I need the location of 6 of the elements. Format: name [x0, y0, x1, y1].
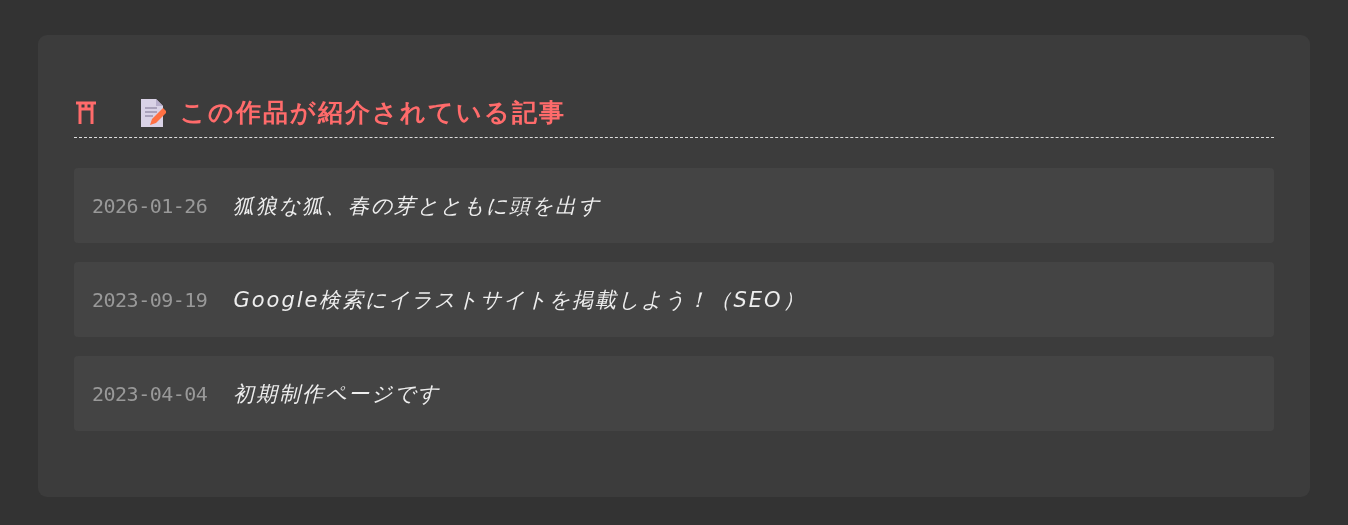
- article-link[interactable]: 2026-01-26 狐狼な狐、春の芽とともに頭を出す: [74, 168, 1274, 243]
- torii-icon: [74, 100, 98, 126]
- article-link[interactable]: 2023-09-19 Google検索にイラストサイトを掲載しよう！（SEO）: [74, 262, 1274, 337]
- document-pencil-icon: [140, 98, 166, 128]
- section-title: この作品が紹介されている記事: [180, 97, 566, 129]
- article-link[interactable]: 2023-04-04 初期制作ページです: [74, 356, 1274, 431]
